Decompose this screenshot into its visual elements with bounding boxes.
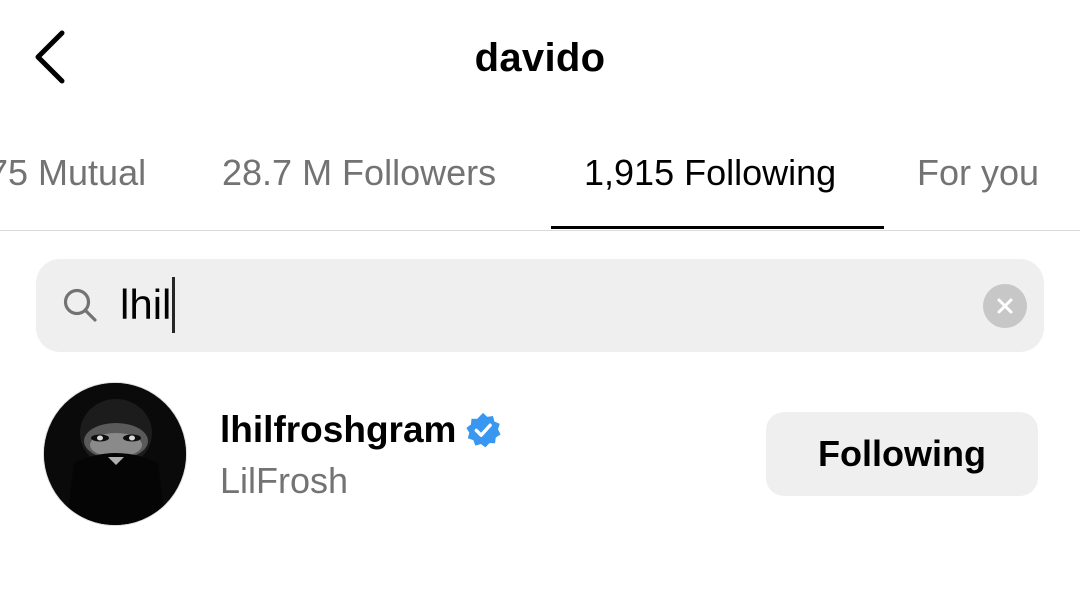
- clear-icon: [997, 298, 1013, 314]
- following-button[interactable]: Following: [766, 412, 1038, 496]
- avatar[interactable]: [43, 382, 187, 526]
- avatar-image: [44, 383, 186, 525]
- search-input[interactable]: lhil: [120, 273, 980, 337]
- result-display-name: LilFrosh: [220, 460, 349, 501]
- search-result-row[interactable]: lhilfroshgram LilFrosh Following: [0, 372, 1080, 542]
- profile-username-title: davido: [474, 36, 606, 80]
- active-tab-indicator: [551, 226, 884, 229]
- result-username: lhilfroshgram: [220, 409, 457, 450]
- search-bar[interactable]: lhil: [36, 259, 1044, 352]
- verified-badge-icon: [466, 412, 501, 448]
- search-query-text: lhil: [120, 281, 172, 328]
- tab-followers[interactable]: 28.7 M Followers: [222, 152, 496, 194]
- result-username-link[interactable]: lhilfroshgram: [220, 409, 502, 451]
- tab-following[interactable]: 1,915 Following: [584, 152, 836, 194]
- top-bar: davido: [0, 0, 1080, 118]
- tab-for-you[interactable]: For you: [917, 152, 1039, 194]
- clear-search-button[interactable]: [983, 284, 1027, 328]
- follow-tabs: 75 Mutual 28.7 M Followers 1,915 Followi…: [0, 118, 1080, 231]
- tab-mutual[interactable]: 75 Mutual: [0, 152, 146, 194]
- search-icon: [63, 288, 97, 322]
- text-caret: [172, 277, 176, 333]
